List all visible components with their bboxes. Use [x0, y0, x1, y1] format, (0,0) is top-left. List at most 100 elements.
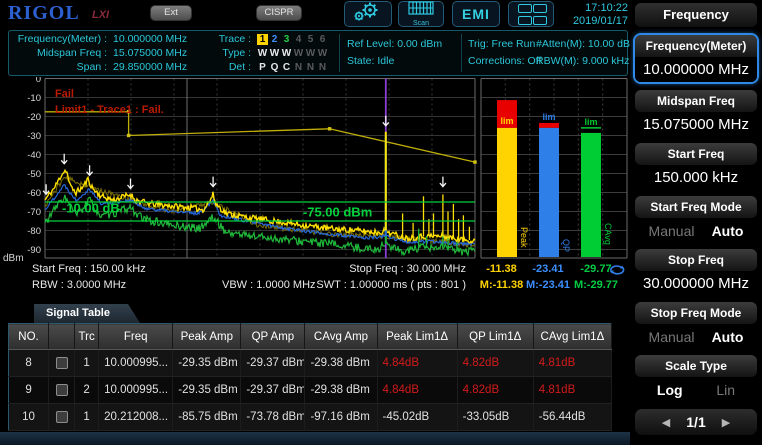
scan-label: Scan [413, 20, 429, 27]
spectrum-display[interactable]: 0-10-20-30-40-50-60-70-80-90dBm-10.00 dB… [0, 77, 630, 263]
settings-button[interactable] [344, 1, 392, 27]
column-header [48, 323, 76, 350]
row-select-checkbox[interactable] [55, 357, 68, 369]
trace-badges[interactable]: 123456 [257, 33, 329, 45]
column-header: Trc [74, 323, 100, 350]
svg-text:0: 0 [36, 77, 41, 85]
scale-lin[interactable]: Lin [716, 382, 735, 398]
freq-meter-value: 10.000000 MHz [113, 33, 188, 45]
scale-log[interactable]: Log [657, 382, 683, 398]
stop-freq-readout: Stop Freq : 30.000 MHz [349, 263, 466, 275]
svg-text:CAvg: CAvg [603, 223, 613, 245]
svg-text:-50: -50 [27, 169, 41, 180]
softkey-start-freq[interactable]: Start Freq 150.000 kHz [630, 143, 762, 190]
stop-mode-auto[interactable]: Auto [712, 329, 744, 345]
freq-meter-label: Frequency(Meter) : [17, 33, 107, 45]
column-header: CAvg Amp [304, 323, 378, 350]
cispr-button[interactable]: CISPR [256, 5, 302, 21]
column-header: QP Lim1Δ [457, 323, 534, 350]
next-page-icon[interactable]: ▶ [722, 416, 730, 429]
window-layout-button[interactable] [508, 1, 554, 27]
stop-mode-manual[interactable]: Manual [649, 329, 695, 345]
meter-readings: -11.38 -23.41 -29.77 M:-11.38 M:-23.41 M… [478, 261, 628, 293]
ref-level: Ref Level: 0.00 dBm [347, 38, 443, 50]
svg-text:Peak: Peak [519, 227, 529, 248]
trace-detectors: PQCNNN [259, 62, 327, 73]
svg-text:lim: lim [584, 117, 597, 127]
softkey-scale-type[interactable]: Scale Type Log Lin [630, 355, 762, 402]
scan-button[interactable]: Scan [398, 1, 444, 27]
attenuation: #Atten(M): 10.00 dB [536, 38, 630, 50]
lxi-badge: LXI [92, 9, 110, 21]
column-header: Peak Lim1Δ [377, 323, 458, 350]
svg-text:Fail: Fail [55, 88, 74, 100]
ext-ref-button[interactable]: Ext [150, 5, 192, 21]
peak-max-reading: M:-11.38 [479, 279, 524, 291]
frequency-meter-value: 10.000000 MHz [635, 57, 757, 82]
page-number: 1/1 [686, 414, 706, 430]
svg-text:-10: -10 [27, 93, 41, 104]
windows-icon [517, 3, 547, 25]
svg-text:QP: QP [561, 239, 571, 252]
table-row[interactable]: 8 1 10.000995... -29.35 dBm -29.37 dBm -29.38… [8, 349, 613, 377]
signal-table-tab[interactable]: Signal Table [34, 304, 140, 323]
divider [461, 34, 462, 72]
column-header: QP Amp [240, 323, 306, 350]
scan-icon [408, 1, 434, 20]
svg-text:-30: -30 [27, 131, 41, 142]
signal-table[interactable]: NO. Trc Freq Peak Amp QP Amp CAvg Amp Peak Lim… [8, 323, 613, 431]
column-header: Freq [98, 323, 174, 350]
trace-badge[interactable]: 6 [317, 34, 328, 45]
row-select-checkbox[interactable] [55, 411, 68, 423]
svg-text:-70: -70 [27, 207, 41, 218]
trace-badge[interactable]: 3 [281, 34, 292, 45]
column-header: CAvg Lim1Δ [533, 323, 613, 350]
start-freq-readout: Start Freq : 150.00 kHz [32, 263, 146, 275]
softkey-stop-freq[interactable]: Stop Freq 30.000000 MHz [630, 249, 762, 296]
table-row[interactable]: 9 2 10.000995... -29.35 dBm -29.37 dBm -29.38… [8, 376, 613, 404]
start-freq-label: Start Freq [635, 143, 757, 165]
divider [339, 34, 340, 72]
svg-text:-60: -60 [27, 188, 41, 199]
row-select-checkbox[interactable] [55, 384, 68, 396]
emi-mode-button[interactable]: EMI [452, 1, 500, 27]
emi-analyzer-screen: RIGOL LXI Ext CISPR Scan EMI 17:10:22 20… [0, 0, 762, 445]
cavg-max-reading: M:-29.77 [573, 279, 619, 291]
softkey-start-freq-mode[interactable]: Start Freq Mode Manual Auto [630, 196, 762, 243]
type-label: Type : [222, 47, 251, 59]
rbw-meter: RBW(M): 9.000 kHz [536, 55, 630, 67]
trace-label: Trace : [218, 33, 251, 45]
trigger: Trig: Free Run [468, 38, 536, 50]
rigol-logo: RIGOL [8, 2, 80, 24]
scale-type-label: Scale Type [635, 355, 757, 377]
softkey-midspan-freq[interactable]: Midspan Freq 15.075000 MHz [630, 90, 762, 137]
swt-readout: SWT : 1.00000 ms ( pts : 801 ) [316, 279, 466, 291]
midspan-freq-value: 15.075000 MHz [630, 112, 762, 137]
trace-badge[interactable]: 4 [293, 34, 304, 45]
frequency-meter-label: Frequency(Meter) [635, 35, 757, 57]
emi-label: EMI [462, 6, 490, 22]
svg-text:-90: -90 [27, 245, 41, 256]
stop-freq-label: Stop Freq [635, 249, 757, 271]
svg-text:lim: lim [500, 116, 513, 126]
prev-page-icon[interactable]: ◀ [662, 416, 670, 429]
meter-restart-icon[interactable] [608, 263, 626, 279]
softkey-menu: Frequency Frequency(Meter) 10.000000 MHz… [630, 0, 762, 445]
svg-text:-10.00 dB: -10.00 dB [62, 200, 120, 215]
trace-badge[interactable]: 1 [257, 34, 268, 45]
table-row[interactable]: 10 1 20.212008... -85.75 dBm -73.78 dBm -97.1… [8, 403, 613, 431]
span-value: 29.850000 MHz [113, 61, 188, 73]
trace-badge[interactable]: 5 [305, 34, 316, 45]
softkey-frequency-meter[interactable]: Frequency(Meter) 10.000000 MHz [633, 33, 759, 84]
signal-table-panel: Signal Table NO. Trc Freq Peak Amp QP Amp CAv… [8, 304, 613, 431]
softkey-stop-freq-mode[interactable]: Stop Freq Mode Manual Auto [630, 302, 762, 349]
start-mode-auto[interactable]: Auto [712, 223, 744, 239]
det-label: Det : [228, 61, 251, 73]
gear-icon [353, 1, 383, 28]
qp-max-reading: M:-23.41 [525, 279, 571, 291]
svg-text:-80: -80 [27, 226, 41, 237]
svg-text:-20: -20 [27, 112, 41, 123]
trace-badge[interactable]: 2 [269, 34, 280, 45]
signal-table-header: NO. Trc Freq Peak Amp QP Amp CAvg Amp Peak Lim… [8, 323, 613, 350]
start-mode-manual[interactable]: Manual [649, 223, 695, 239]
